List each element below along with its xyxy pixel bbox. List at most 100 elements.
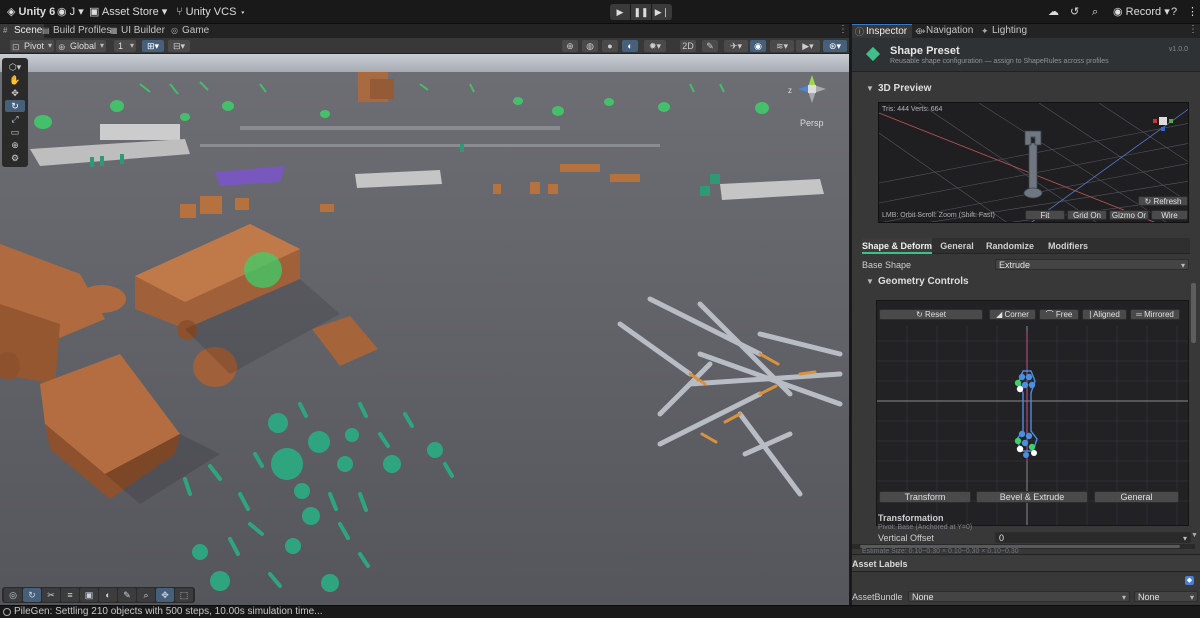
asset-bundle-dropdown[interactable]: None [908,591,1130,603]
scene-more-icon[interactable]: ⋮ [838,24,848,35]
overlay-sliders-button[interactable]: ≡ [61,588,79,602]
component-subtitle: Reusable shape configuration — assign to… [890,58,1109,65]
general-tab-button[interactable]: General [1094,491,1179,503]
custom-tool-button[interactable]: ⚙ [5,152,25,164]
audio-fx-button[interactable]: ✈▾ [724,40,748,52]
base-shape-dropdown[interactable]: Extrude [995,259,1189,271]
scene-viewport[interactable]: z Persp ⬡▾ ✋ ✥ ↻ ⤢ ▭ ⊕ ⚙ ◎ ↻ ✂ ≡ ▣ ◐ ✎ ⌕… [0,54,849,605]
tab-game[interactable]: ◎ Game [168,24,212,38]
transform-tool-button[interactable]: ⊕ [5,139,25,151]
cloud-button[interactable]: ☁ [1043,4,1064,20]
rotate-tool-button[interactable]: ↻ [5,100,25,112]
preview-section-header[interactable]: ▼ 3D Preview [852,82,1200,96]
corner-icon: ◢ [996,310,1003,319]
effects-icon: ✈▾ [729,41,743,51]
history-button[interactable]: ↺ [1065,4,1084,20]
reset-button[interactable]: ↻ Reset [879,309,983,320]
pause-button[interactable]: ❚❚ [631,4,651,20]
bevel-extrude-tab-button[interactable]: Bevel & Extrude [976,491,1088,503]
more-menu-button[interactable]: ⋮ [1187,4,1198,20]
overlay-compass-button[interactable]: ◎ [4,588,22,602]
scale-tool-button[interactable]: ⤢ [5,113,25,125]
camera-settings-button[interactable]: ▶▾ [796,40,820,52]
orientation-button[interactable]: ⊕ [562,40,578,52]
asset-store-menu[interactable]: ▣ Asset Store ▾ [84,4,172,20]
mode-free-button[interactable]: ⌒ Free [1039,309,1079,320]
refresh-button[interactable]: ↻ Refresh [1138,196,1188,206]
play-icon: ▶ [616,6,624,17]
transform-tab-button[interactable]: Transform [879,491,971,503]
search-button[interactable]: ⌕ [1087,4,1103,20]
overlay-move-button[interactable]: ✥ [156,588,174,602]
tab-navigation[interactable]: ⟴ Navigation [912,24,978,38]
tab-modifiers[interactable]: Modifiers [1040,238,1096,254]
mode-aligned-button[interactable]: | Aligned [1082,309,1127,320]
projection-label[interactable]: Persp [800,118,824,128]
overlay-search-button[interactable]: ⌕ [137,588,155,602]
overlay-scissors-button[interactable]: ✂ [42,588,60,602]
lighting-toggle-button[interactable]: ✎ [702,40,718,52]
pivot-dropdown[interactable]: ⊡ Pivot [10,40,55,52]
visibility-button[interactable]: ◉ [750,40,766,52]
tab-build-profiles[interactable]: ▤ Build Profiles [39,24,111,38]
tab-general[interactable]: General [934,238,980,254]
tab-shape-deform[interactable]: Shape & Deform [862,238,932,254]
hand-tool-button[interactable]: ✋ [5,74,25,86]
overlay-image-button[interactable]: ▣ [80,588,98,602]
asset-variant-dropdown[interactable]: None [1134,591,1198,603]
record-menu[interactable]: ◉ Record ▾ [1108,4,1175,20]
shading-wire-button[interactable]: ◍ [582,40,598,52]
overlay-moon-button[interactable]: ◐ [99,588,117,602]
brush-icon: ✎ [123,590,131,600]
wire-toggle-button[interactable]: Wire [1151,210,1188,220]
gizmos-button[interactable]: ⊛▾ [823,40,847,52]
view-orientation-button[interactable]: ⬡▾ [5,61,25,73]
rect-tool-button[interactable]: ▭ [5,126,25,138]
overlay-toolbar: ◎ ↻ ✂ ≡ ▣ ◐ ✎ ⌕ ✥ ⬚ [2,587,195,603]
bulb-icon: ✦ [981,26,989,36]
shading-shaded-button[interactable]: ● [602,40,618,52]
geometry-section-header[interactable]: ▼ Geometry Controls [852,275,1200,289]
gizmo-toggle-button[interactable]: Gizmo Or [1109,210,1149,220]
ui-builder-icon: ▦ [110,26,118,35]
layers-icon: ≋▾ [775,41,789,51]
shading-lit-button[interactable]: ◐ [622,40,638,52]
move-tool-button[interactable]: ✥ [5,87,25,99]
gizmo-icon: ⊛▾ [828,41,842,51]
help-button[interactable]: ? [1166,4,1182,20]
3d-preview-viewport[interactable]: Tris: 444 Verts: 664 LMB: Orbit Scroll: … [878,102,1189,223]
grid-snap-button[interactable]: ⊞▾ [142,40,164,52]
mode-mirrored-button[interactable]: ═ Mirrored [1130,309,1180,320]
tab-ui-builder[interactable]: ▦ UI Builder [107,24,167,38]
tab-lighting[interactable]: ✦ Lighting [978,24,1038,38]
svg-text:z: z [788,86,792,95]
unity-version-label: Unity 6 [18,6,56,18]
info-icon [3,608,11,616]
inspector-more-button[interactable]: ⋮ [1188,24,1198,35]
overlay-stamp-button[interactable]: ⬚ [175,588,193,602]
label-tag-icon[interactable]: ◆ [1185,576,1194,585]
step-button[interactable]: ▶❘ [652,4,672,20]
grid-step-field[interactable]: 1 [114,40,136,52]
render-mode-button[interactable]: ✹▾ [644,40,666,52]
layers-button[interactable]: ≋▾ [770,40,794,52]
play-button[interactable]: ▶ [610,4,630,20]
tab-inspector[interactable]: ⓘ Inspector [852,24,912,38]
vertical-offset-field[interactable]: 0 [995,532,1191,544]
tab-randomize[interactable]: Randomize [982,238,1038,254]
overlay-rotate-button[interactable]: ↻ [23,588,41,602]
global-dropdown[interactable]: ⊕ Global [56,40,107,52]
toggle-2d-button[interactable]: 2D [680,40,696,52]
more-icon: ⋮ [1188,24,1198,35]
scroll-down-icon[interactable]: ▼ [1191,532,1198,539]
snap-settings-button[interactable]: ⊟▾ [168,40,190,52]
tab-scene[interactable]: # Scene [0,24,44,38]
mode-corner-button[interactable]: ◢ Corner [989,309,1036,320]
fit-button[interactable]: Fit [1025,210,1065,220]
vcs-menu[interactable]: ⑂ Unity VCS ▾ [171,4,251,20]
grid-toggle-button[interactable]: Grid On [1067,210,1107,220]
tab-ui-builder-label: UI Builder [121,25,165,36]
globe-icon: ⊕ [58,42,66,52]
inspector-scrollbar[interactable] [1191,283,1196,343]
overlay-brush-button[interactable]: ✎ [118,588,136,602]
